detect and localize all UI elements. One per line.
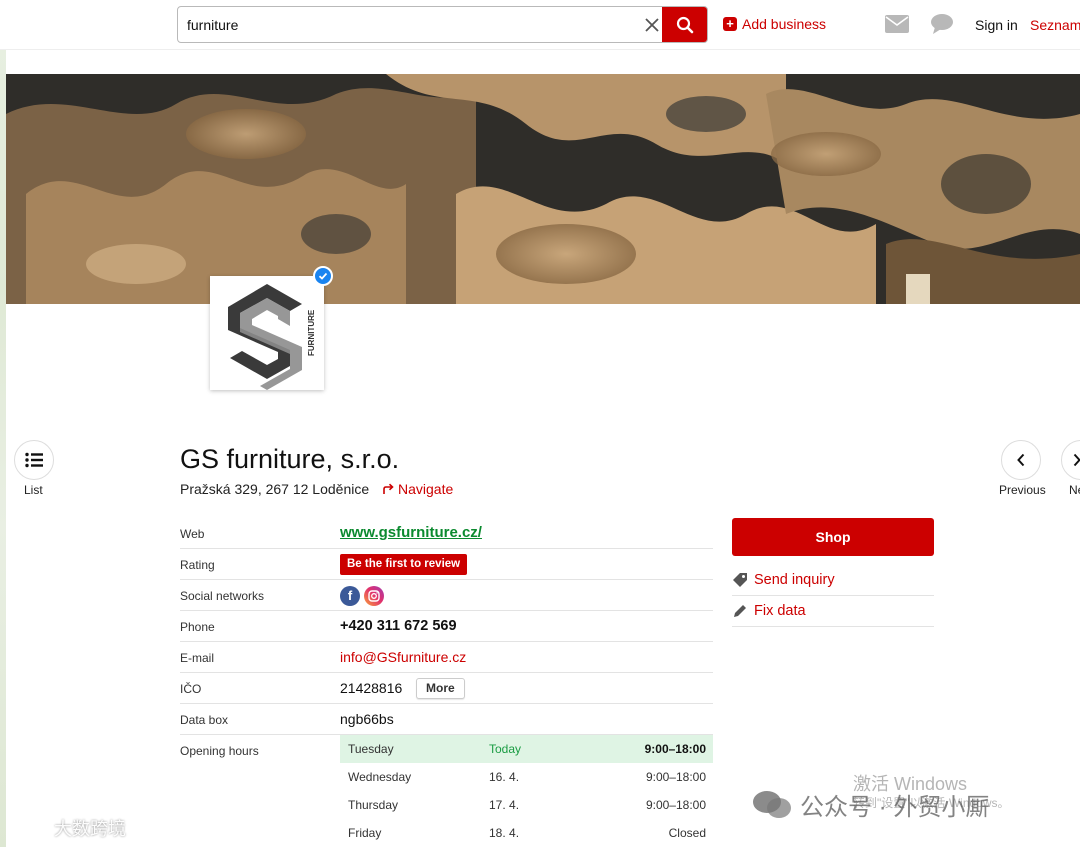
hours-row: Friday 18. 4. Closed	[340, 819, 713, 847]
navigate-label: Navigate	[398, 481, 454, 497]
hours-row: Wednesday 16. 4. 9:00–18:00	[340, 763, 713, 791]
next-label: Ne	[1069, 483, 1080, 497]
hours-row: Tuesday Today 9:00–18:00	[340, 735, 713, 763]
tag-icon	[733, 573, 747, 587]
next-button[interactable]	[1061, 440, 1080, 480]
search-box	[177, 6, 708, 43]
navigate-link[interactable]: Navigate	[382, 481, 453, 497]
web-label: Web	[180, 527, 205, 541]
website-link[interactable]: www.gsfurniture.cz/	[340, 524, 482, 541]
chevron-left-icon	[1017, 453, 1025, 467]
email-link[interactable]: info@GSfurniture.cz	[340, 649, 466, 665]
instagram-icon[interactable]	[364, 586, 384, 606]
add-business-link[interactable]: + Add business	[723, 16, 826, 32]
phone-row: Phone +420 311 672 569	[180, 611, 713, 642]
social-label: Social networks	[180, 589, 265, 603]
mail-icon[interactable]	[885, 15, 909, 33]
cover-image	[6, 74, 1080, 304]
fix-data-label: Fix data	[754, 603, 806, 619]
rating-label: Rating	[180, 558, 215, 572]
company-logo: FURNITURE	[210, 276, 324, 390]
hours-day: Thursday	[348, 798, 399, 812]
left-logo-watermark: 大数跨境	[8, 815, 126, 841]
send-inquiry-label: Send inquiry	[754, 572, 835, 588]
top-header: + Add business Sign in Seznam.	[0, 0, 1080, 50]
previous-label: Previous	[999, 483, 1046, 497]
left-logo-label: 大数跨境	[54, 819, 126, 839]
hours-time: Closed	[668, 826, 706, 840]
phone-label: Phone	[180, 620, 215, 634]
hours-day: Tuesday	[348, 742, 394, 756]
hours-time: 9:00–18:00	[645, 770, 706, 784]
hours-row: Thursday 17. 4. 9:00–18:00	[340, 791, 713, 819]
add-business-label: Add business	[742, 16, 827, 32]
search-icon	[676, 16, 693, 33]
ico-value: 21428816	[340, 680, 403, 696]
plus-icon: +	[723, 17, 737, 31]
brand-logo-icon	[9, 819, 49, 836]
databox-value: ngb66bs	[340, 711, 394, 727]
hours-label: Opening hours	[180, 744, 259, 758]
gs-logo-mark: FURNITURE	[228, 284, 316, 390]
first-review-button[interactable]: Be the first to review	[340, 554, 468, 575]
list-label: List	[24, 483, 43, 497]
wechat-icon	[753, 790, 791, 818]
company-name: GS furniture, s.r.o.	[180, 444, 400, 474]
hours-day: Wednesday	[348, 770, 412, 784]
navigate-arrow-icon	[383, 483, 394, 494]
check-icon	[318, 272, 328, 280]
send-inquiry-link[interactable]: Send inquiry	[732, 565, 934, 596]
rating-row: Rating Be the first to review	[180, 549, 713, 580]
facebook-icon[interactable]: f	[340, 586, 360, 606]
hours-time: 9:00–18:00	[645, 798, 706, 812]
wechat-watermark: 公众号 · 外贸小厮	[752, 787, 989, 822]
chevron-right-icon	[1073, 453, 1080, 467]
databox-label: Data box	[180, 713, 229, 727]
email-label: E-mail	[180, 651, 215, 665]
page: + Add business Sign in Seznam.	[0, 0, 1080, 847]
logo-furniture-text: FURNITURE	[307, 309, 316, 356]
clear-icon	[645, 17, 659, 32]
verified-badge	[313, 266, 333, 286]
previous-button[interactable]	[1001, 440, 1041, 480]
phone-number[interactable]: +420 311 672 569	[340, 618, 457, 634]
hours-date: 17. 4.	[489, 798, 520, 812]
social-links: f	[340, 586, 384, 606]
seznam-link[interactable]: Seznam.	[1030, 17, 1080, 33]
ico-label: IČO	[180, 682, 202, 696]
sign-in-link[interactable]: Sign in	[975, 17, 1018, 33]
list-button[interactable]	[14, 440, 54, 480]
chat-icon[interactable]	[930, 13, 954, 35]
hours-date: 18. 4.	[489, 826, 520, 840]
social-row: Social networks f	[180, 580, 713, 611]
search-input[interactable]	[178, 7, 628, 42]
more-button[interactable]: More	[416, 678, 465, 699]
wechat-label: 公众号 · 外贸小厮	[800, 794, 990, 821]
hours-time: 9:00–18:00	[644, 742, 706, 756]
shop-button[interactable]: Shop	[732, 518, 934, 556]
search-button[interactable]	[662, 7, 707, 42]
fix-data-link[interactable]: Fix data	[732, 596, 934, 627]
databox-row: Data box ngb66bs	[180, 704, 713, 735]
company-address: Pražská 329, 267 12 Loděnice	[180, 481, 370, 497]
web-row: Web www.gsfurniture.cz/	[180, 518, 713, 549]
email-row: E-mail info@GSfurniture.cz	[180, 642, 713, 673]
pencil-icon	[734, 605, 746, 617]
hours-date: 16. 4.	[489, 770, 520, 784]
hours-day: Friday	[348, 826, 382, 840]
hours-date: Today	[489, 742, 522, 756]
ico-row: IČO 21428816 More	[180, 673, 713, 704]
list-icon	[25, 452, 43, 468]
cover-photo	[6, 74, 1080, 304]
instagram-glyph	[368, 590, 380, 602]
clear-search-button[interactable]	[640, 7, 664, 42]
